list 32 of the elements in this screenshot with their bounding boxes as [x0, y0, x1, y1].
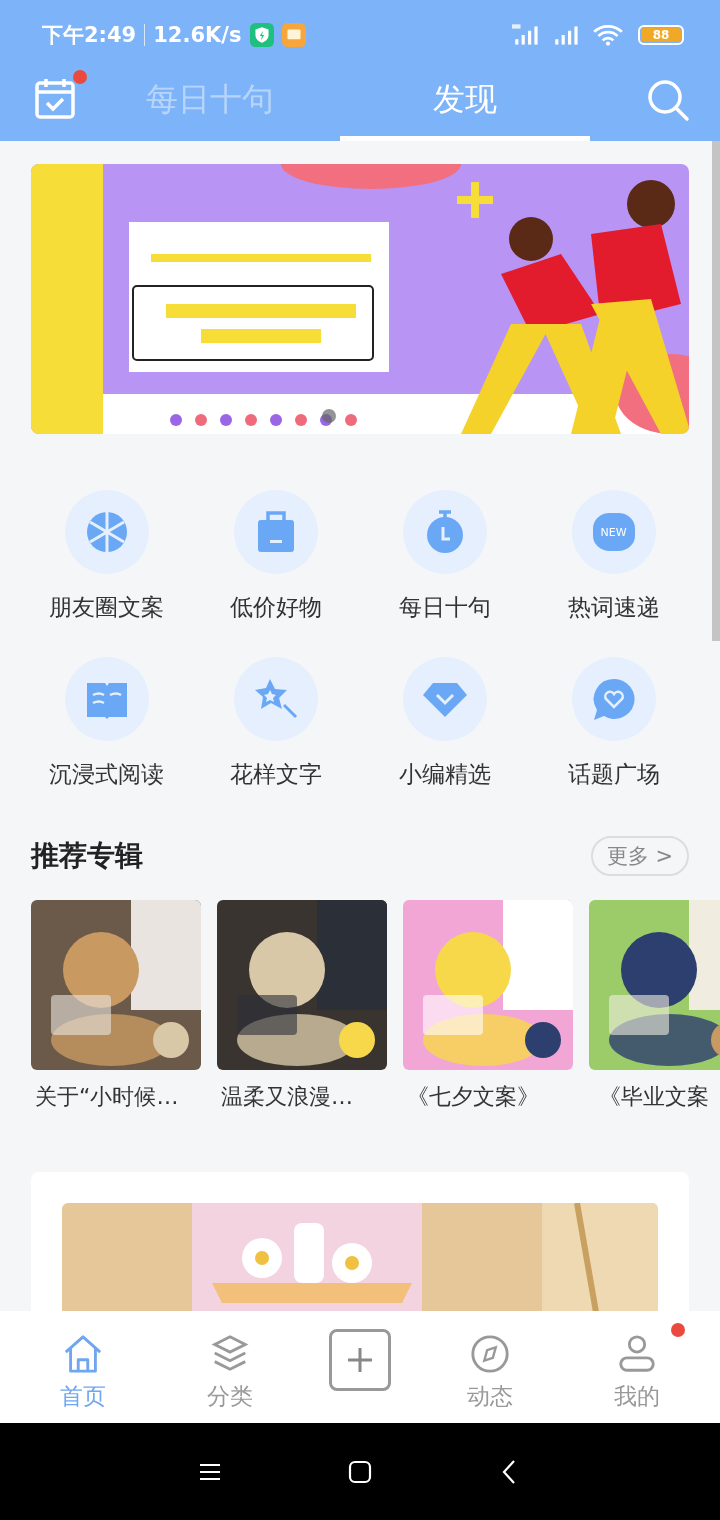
new-badge-icon: NEW	[592, 513, 635, 551]
shortcut-item[interactable]: 沉浸式阅读	[22, 657, 191, 790]
aperture-icon	[84, 510, 129, 554]
status-time: 下午2:49	[42, 22, 137, 49]
section-title: 推荐专辑	[31, 838, 143, 874]
plus-icon	[345, 1345, 375, 1375]
shortcut-item[interactable]: 每日十句	[360, 490, 529, 623]
shortcut-item[interactable]: 小编精选	[360, 657, 529, 790]
album-caption: 关于“小时候…	[34, 1083, 180, 1111]
shortcut-item[interactable]: 花样文字	[191, 657, 360, 790]
shortcut-item[interactable]: 低价好物	[191, 490, 360, 623]
shortcut-item[interactable]: 话题广场	[529, 657, 698, 790]
shield-app-icon	[249, 23, 274, 47]
wifi-icon	[592, 23, 624, 47]
album-caption: 《七夕文案》	[406, 1083, 540, 1111]
network-speed: 12.6K/s	[153, 23, 242, 47]
calendar-check-icon[interactable]	[33, 76, 77, 120]
album-card[interactable]: 《七夕文案》	[403, 900, 573, 1112]
add-button[interactable]	[329, 1329, 391, 1391]
heart-chat-icon	[591, 677, 636, 721]
battery-level: 88	[641, 28, 681, 42]
album-card[interactable]: 关于“小时候…	[31, 900, 201, 1112]
shortcut-item[interactable]: NEW 热词速递	[529, 490, 698, 623]
album-caption: 温柔又浪漫…	[220, 1083, 354, 1111]
compass-icon	[468, 1332, 511, 1375]
message-app-icon	[281, 23, 306, 47]
album-caption: 《毕业文案	[598, 1083, 710, 1111]
magic-wand-icon	[253, 677, 298, 721]
home-square-icon[interactable]	[348, 1459, 372, 1484]
shortcut-item[interactable]: 朋友圈文案	[22, 490, 191, 623]
album-card[interactable]: 温柔又浪漫…	[217, 900, 387, 1112]
album-card[interactable]: 《毕业文案	[589, 900, 720, 1112]
